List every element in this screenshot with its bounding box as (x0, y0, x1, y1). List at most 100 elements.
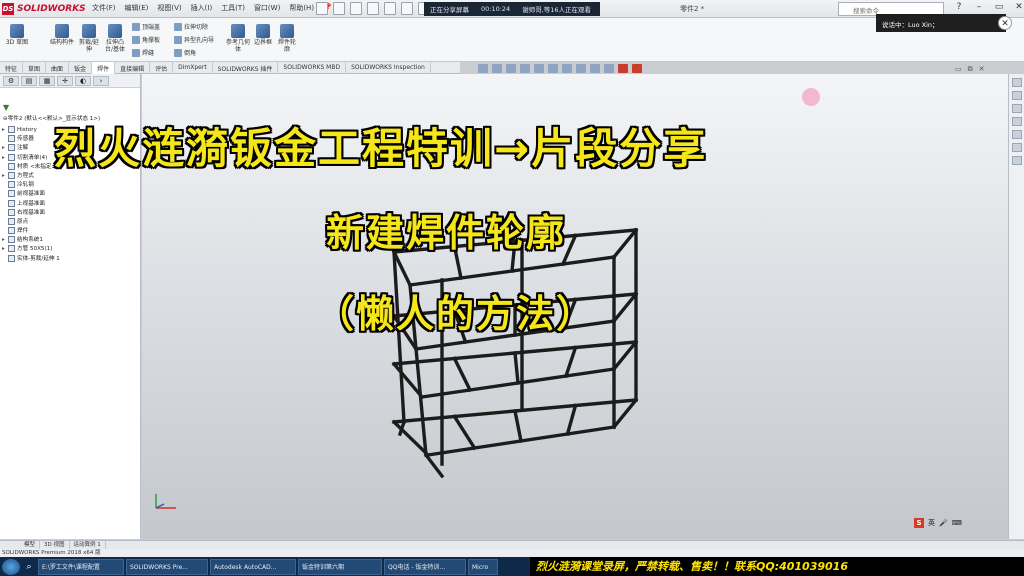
tile-icon[interactable]: ⧉ (968, 65, 973, 74)
scene-icon[interactable] (590, 64, 600, 73)
tab-dimxpert[interactable]: DimXpert (173, 62, 213, 74)
start-button[interactable] (2, 558, 20, 575)
ime-language[interactable]: 英 (928, 518, 935, 528)
tab-surfaces[interactable]: 曲面 (46, 62, 70, 74)
structural-member-button[interactable]: 结构构件 (50, 22, 74, 46)
menu-window[interactable]: 窗口(W) (254, 3, 280, 13)
menu-insert[interactable]: 插入(I) (191, 3, 213, 13)
chamfer-button[interactable]: 倒角 (174, 48, 196, 57)
appearances-icon[interactable] (1011, 130, 1022, 139)
display-style-icon[interactable] (548, 64, 558, 73)
help-icon[interactable]: ? (952, 2, 966, 12)
tab-weldments[interactable]: 焊件 (92, 62, 116, 74)
trim-extend-button[interactable]: 剪裁/延伸 (76, 22, 102, 53)
forum-icon[interactable] (1011, 156, 1022, 165)
menu-bar: 文件(F) 编辑(E) 视图(V) 插入(I) 工具(T) 窗口(W) 帮助(H… (92, 3, 332, 13)
speaking-indicator: 说话中：Luo Xin； (876, 14, 1006, 32)
view-settings-icon[interactable] (604, 64, 614, 73)
sketch-3d-icon (10, 24, 24, 38)
tree-item-trim-extend[interactable]: 实体-剪裁/延伸 1 (2, 254, 138, 264)
tab-evaluate[interactable]: 评估 (150, 62, 174, 74)
keyboard-icon[interactable]: ⌨ (952, 519, 962, 527)
tree-item-front-plane[interactable]: 前视基准面 (2, 190, 138, 199)
custom-properties-icon[interactable] (1011, 143, 1022, 152)
menu-view[interactable]: 视图(V) (157, 3, 181, 13)
config-manager-icon[interactable]: ▦ (39, 76, 55, 86)
open-icon[interactable] (350, 2, 362, 15)
tree-item-structure-system[interactable]: ▸ 结构系统1 (2, 236, 138, 245)
mic-icon[interactable]: 🎤 (939, 519, 948, 527)
close-icon[interactable]: ✕ (998, 16, 1012, 30)
tree-item-origin[interactable]: 原点 (2, 217, 138, 227)
taskbar-item-solidworks[interactable]: SOLIDWORKS Pre... (126, 558, 208, 575)
minimize-icon[interactable]: – (972, 2, 986, 12)
weld-bead-button[interactable]: 焊缝 (132, 48, 154, 57)
tab-inspection[interactable]: SOLIDWORKS Inspection (346, 62, 431, 74)
feature-tree-icon[interactable]: ⚙ (3, 76, 19, 86)
menu-edit[interactable]: 编辑(E) (125, 3, 149, 13)
search-icon[interactable]: ⌕ (22, 562, 36, 572)
save-icon[interactable] (367, 2, 379, 15)
new-doc-icon[interactable] (333, 2, 345, 15)
view-palette-icon[interactable] (1011, 117, 1022, 126)
close-view-icon[interactable]: ✕ (979, 65, 985, 74)
zoom-area-icon[interactable] (492, 64, 502, 73)
maximize-icon[interactable]: ▭ (992, 2, 1006, 12)
undo-icon[interactable] (401, 2, 413, 15)
tab-3d-views[interactable]: 3D 视图 (40, 541, 70, 549)
close-icon[interactable]: ✕ (1012, 2, 1024, 12)
file-explorer-icon[interactable] (1011, 104, 1022, 113)
tree-item-square-tube[interactable]: ▸ 方管 50X5(1) (2, 245, 138, 254)
ref-geometry-button[interactable]: 参考几何体 (226, 22, 250, 53)
home-icon[interactable] (316, 2, 328, 15)
taskbar-item-chat[interactable]: 钣金特训第六期 (298, 558, 382, 575)
tree-item-right-plane[interactable]: 右视基准面 (2, 208, 138, 218)
end-cap-button[interactable]: 顶端盖 (132, 22, 160, 31)
taskbar-item-explorer[interactable]: E:\罗工文件\课程配置 (38, 558, 124, 575)
zoom-fit-icon[interactable] (478, 64, 488, 73)
extrude-boss-button[interactable]: 拉伸凸台/基体 (102, 22, 128, 53)
solidworks-logo[interactable]: DS SOLIDWORKS (2, 2, 86, 16)
tree-item-weldment[interactable]: 焊件 (2, 227, 138, 236)
appearance-icon[interactable] (576, 64, 586, 73)
property-manager-icon[interactable]: ▤ (21, 76, 37, 86)
print-icon[interactable] (384, 2, 396, 15)
previous-view-icon[interactable] (506, 64, 516, 73)
tab-features[interactable]: 特征 (0, 62, 24, 74)
view-orientation-icon[interactable] (534, 64, 544, 73)
tab-addins[interactable]: SOLIDWORKS 插件 (213, 62, 279, 74)
tab-model[interactable]: 模型 (20, 541, 41, 549)
bounding-box-button[interactable]: 边界框 (252, 22, 274, 46)
panel-collapse-icon[interactable]: › (93, 76, 109, 86)
hide-show-icon[interactable] (562, 64, 572, 73)
sogou-ime-icon[interactable]: S (914, 518, 924, 528)
render-icon[interactable] (618, 64, 628, 73)
extrude-cut-button[interactable]: 拉伸切除 (174, 22, 208, 31)
tab-sketch[interactable]: 草图 (23, 62, 47, 74)
display-manager-icon[interactable]: ◐ (75, 76, 91, 86)
resources-icon[interactable] (1011, 78, 1022, 87)
tree-item-cold-rolled[interactable]: 冷轧钢 (2, 181, 138, 190)
restore-icon[interactable]: ▭ (955, 65, 962, 74)
dimxpert-icon[interactable]: ✛ (57, 76, 73, 86)
sketch-3d-button[interactable]: 3D 草图 (4, 22, 30, 46)
tree-item-top-plane[interactable]: 上视基准面 (2, 199, 138, 209)
taskbar-item-qq[interactable]: QQ电话 - 钣金特训... (384, 558, 466, 575)
taskbar-item-word[interactable]: Micro (468, 558, 498, 575)
menu-help[interactable]: 帮助(H) (289, 3, 314, 13)
tab-motion-study[interactable]: 运动算例 1 (70, 541, 106, 549)
filter-icon[interactable]: ▼ (3, 103, 9, 112)
gusset-button[interactable]: 角撑板 (132, 35, 160, 44)
taskbar-item-autocad[interactable]: Autodesk AutoCAD... (210, 558, 296, 575)
tab-mbd[interactable]: SOLIDWORKS MBD (278, 62, 347, 74)
design-library-icon[interactable] (1011, 91, 1022, 100)
weldment-profile-button[interactable]: 焊件轮廓 (276, 22, 298, 53)
realview-icon[interactable] (632, 64, 642, 73)
menu-file[interactable]: 文件(F) (92, 3, 116, 13)
tab-sheet-metal[interactable]: 钣金 (69, 62, 93, 74)
tab-direct-edit[interactable]: 直接编辑 (115, 62, 151, 74)
material-icon (8, 162, 15, 170)
menu-tools[interactable]: 工具(T) (221, 3, 245, 13)
section-view-icon[interactable] (520, 64, 530, 73)
hole-wizard-button[interactable]: 异型孔向导 (174, 35, 214, 44)
